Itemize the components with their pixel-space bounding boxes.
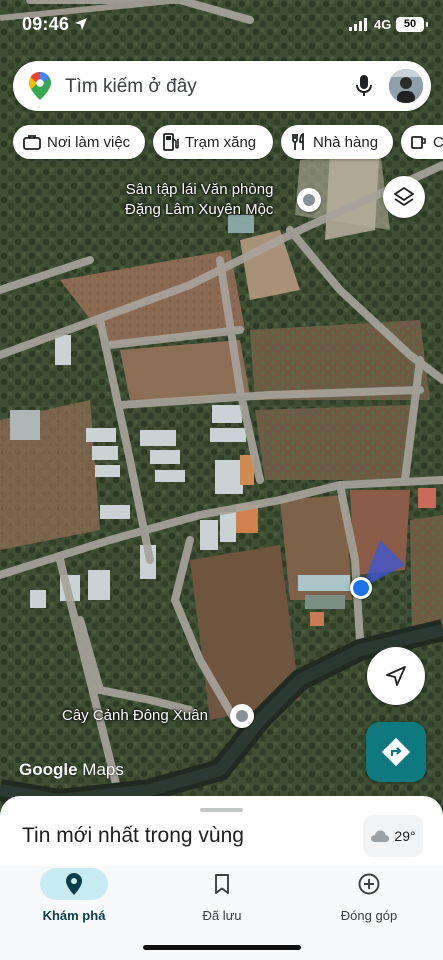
network-type: 4G xyxy=(374,17,392,32)
tab-icon-container xyxy=(188,868,256,900)
profile-photo-icon xyxy=(389,69,423,103)
tab-saved[interactable]: Đã lưu xyxy=(162,868,282,928)
signal-icon xyxy=(349,18,367,31)
bookmark-icon xyxy=(215,874,229,894)
chip-coffee[interactable]: C xyxy=(401,125,443,159)
weather-temperature: 29° xyxy=(394,828,416,844)
chip-work[interactable]: Nơi làm việc xyxy=(13,125,145,159)
status-time: 09:46 xyxy=(22,14,70,34)
navigation-arrow-icon xyxy=(386,666,406,686)
place-label-driving-school[interactable]: Sân tập lái Văn phòng Đặng Lâm Xuyên Mộc xyxy=(125,180,273,220)
search-input[interactable]: Tìm kiếm ở đây xyxy=(65,76,197,98)
place-label-nursery[interactable]: Cây Cảnh Đông Xuân xyxy=(62,706,208,726)
watermark-product: Maps xyxy=(82,760,124,779)
tab-label: Đã lưu xyxy=(202,908,242,923)
current-location-dot xyxy=(350,577,372,599)
place-marker-icon[interactable] xyxy=(230,704,254,728)
tab-contribute[interactable]: Đóng góp xyxy=(309,868,429,928)
chip-label: Nhà hàng xyxy=(313,133,379,151)
google-maps-pin-icon xyxy=(29,72,51,100)
directions-button[interactable] xyxy=(366,722,426,782)
home-indicator[interactable] xyxy=(143,945,301,950)
battery-icon: 50 xyxy=(396,17,428,32)
layers-button[interactable] xyxy=(383,176,425,218)
tab-label: Đóng góp xyxy=(340,908,398,923)
location-pin-icon xyxy=(66,873,82,895)
google-maps-watermark: Google Maps xyxy=(19,760,124,780)
tab-icon-container xyxy=(40,868,108,900)
watermark-brand: Google xyxy=(19,760,78,779)
briefcase-icon xyxy=(23,135,41,150)
gas-station-icon xyxy=(163,133,179,151)
chip-gas-station[interactable]: Trạm xăng xyxy=(153,125,273,159)
place-marker-icon[interactable] xyxy=(297,188,321,212)
cloud-icon xyxy=(371,830,390,842)
tab-explore[interactable]: Khám phá xyxy=(14,868,134,928)
sheet-title: Tin mới nhất trong vùng xyxy=(22,824,244,847)
place-label-line: Sân tập lái Văn phòng xyxy=(125,181,274,198)
add-circle-icon xyxy=(358,873,380,895)
microphone-icon[interactable] xyxy=(355,74,373,98)
weather-chip[interactable]: 29° xyxy=(363,815,423,857)
restaurant-icon xyxy=(292,133,304,150)
sheet-drag-handle[interactable] xyxy=(200,808,243,812)
directions-icon xyxy=(381,737,411,767)
avatar[interactable] xyxy=(389,69,423,103)
chip-restaurant[interactable]: Nhà hàng xyxy=(281,125,393,159)
tab-icon-container xyxy=(335,868,403,900)
tab-label: Khám phá xyxy=(42,908,106,923)
search-bar[interactable]: Tìm kiếm ở đây xyxy=(13,61,431,111)
place-label-line: Đặng Lâm Xuyên Mộc xyxy=(125,201,274,218)
chip-label: Trạm xăng xyxy=(185,133,257,151)
chip-label: Nơi làm việc xyxy=(47,133,131,151)
location-arrow-icon xyxy=(75,18,87,30)
my-location-button[interactable] xyxy=(367,647,425,705)
layers-icon xyxy=(394,187,414,206)
coffee-icon xyxy=(411,136,426,149)
chip-label: C xyxy=(433,133,443,151)
status-bar: 09:46 4G 50 xyxy=(0,0,443,50)
